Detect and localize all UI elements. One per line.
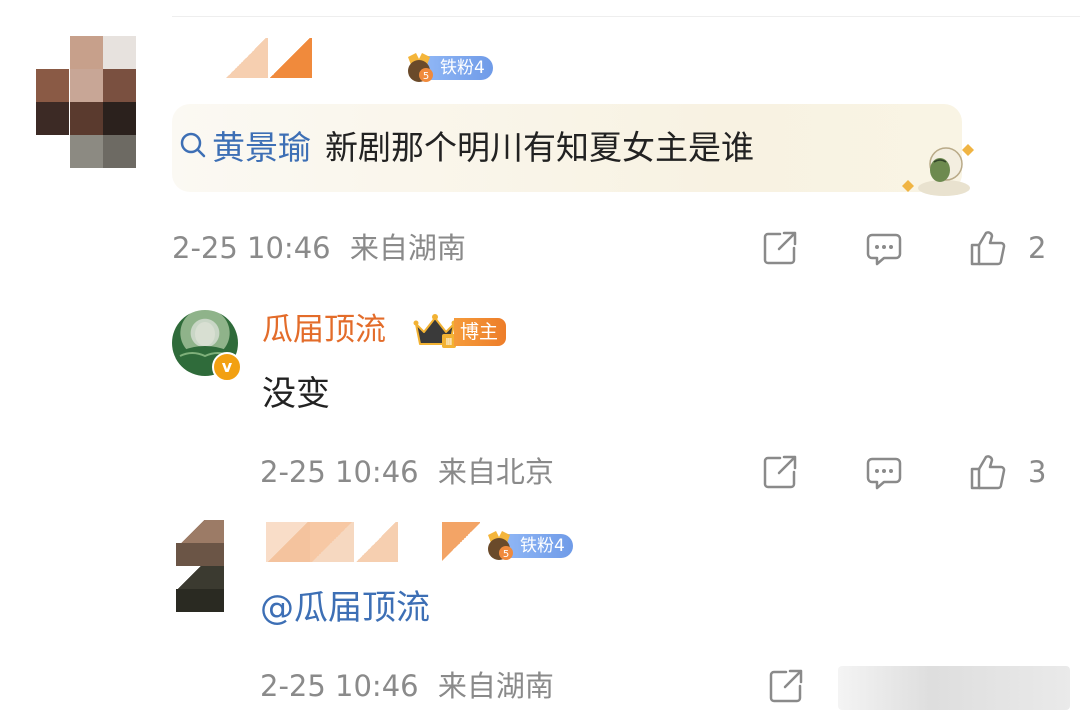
svg-text:5: 5 — [423, 71, 429, 82]
fan-badge[interactable]: 5 铁粉4 — [482, 529, 573, 563]
username[interactable]: 瓜届顶流 — [262, 308, 386, 352]
comment-content: 黄景瑜 新剧那个明川有知夏女主是谁 — [178, 118, 754, 172]
reply-location: 来自北京 — [437, 455, 554, 489]
avatar-pixelated[interactable] — [176, 520, 224, 612]
blogger-badge[interactable]: 博主 — [454, 318, 507, 346]
like-icon[interactable] — [968, 452, 1008, 492]
svg-text:5: 5 — [503, 549, 509, 560]
fan-badge-label: 铁粉4 — [426, 56, 493, 80]
fan-badge-label: 铁粉4 — [506, 534, 573, 558]
fan-medal-icon: 5 — [482, 529, 516, 563]
comment-icon[interactable] — [864, 452, 904, 492]
like-icon[interactable] — [968, 228, 1008, 268]
avatar-pixelated[interactable] — [36, 36, 136, 168]
crown-icon: Ⅲ — [412, 312, 458, 350]
comment-icon[interactable] — [864, 228, 904, 268]
comment-time: 2-25 10:46 — [172, 231, 331, 265]
top-divider — [172, 16, 1080, 17]
fan-badge[interactable]: 5 铁粉4 — [402, 51, 493, 85]
topic-link[interactable]: 黄景瑜 — [212, 121, 311, 169]
sticker-decoration — [896, 136, 982, 202]
comment-meta: 2-25 10:46 来自湖南 — [172, 228, 466, 268]
like-count: 3 — [1028, 455, 1047, 489]
reply-meta: 2-25 10:46 来自湖南 — [260, 666, 554, 706]
reply-location: 来自湖南 — [437, 669, 554, 703]
comment-text: 新剧那个明川有知夏女主是谁 — [325, 128, 754, 167]
reply-time: 2-25 10:46 — [260, 455, 419, 489]
comment-location: 来自湖南 — [349, 231, 466, 265]
like-count: 2 — [1028, 231, 1047, 265]
reply-meta: 2-25 10:46 来自北京 — [260, 452, 554, 492]
reply-text: 没变 — [262, 374, 330, 414]
share-icon[interactable] — [766, 666, 806, 706]
level-text: Ⅲ — [446, 337, 453, 348]
username-pixelated[interactable] — [266, 522, 480, 562]
reply-time: 2-25 10:46 — [260, 669, 419, 703]
username-pixelated[interactable] — [224, 38, 314, 78]
share-icon[interactable] — [760, 452, 800, 492]
watermark-bar — [838, 666, 1070, 710]
search-icon — [178, 128, 208, 162]
verified-badge: v — [212, 352, 242, 382]
fan-medal-icon: 5 — [402, 51, 436, 85]
reply-text: @瓜届顶流 — [260, 588, 430, 628]
share-icon[interactable] — [760, 228, 800, 268]
